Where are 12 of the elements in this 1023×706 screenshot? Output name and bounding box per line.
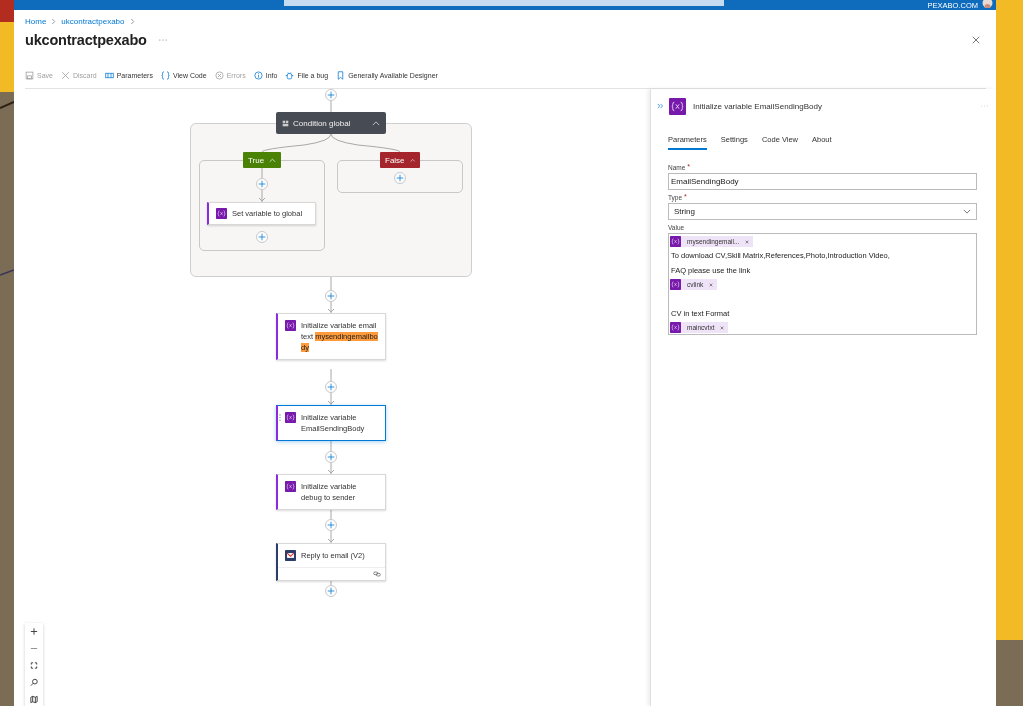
- branch-name: True: [248, 155, 265, 165]
- name-field[interactable]: EmailSendingBody: [668, 173, 977, 190]
- page-title: ukcontractpexabo: [25, 32, 147, 48]
- branch-name: False: [385, 155, 405, 165]
- false-label[interactable]: False: [380, 152, 420, 168]
- condition-header[interactable]: Condition global: [276, 112, 386, 134]
- type-dropdown[interactable]: String: [668, 203, 977, 220]
- breadcrumb-link[interactable]: Home: [25, 16, 47, 26]
- true-label[interactable]: True: [243, 152, 281, 168]
- breadcrumb-link[interactable]: ukcontractpexabo: [61, 16, 125, 26]
- panel-title: Initialize variable EmailSendingBody: [693, 101, 822, 111]
- condition-title: Condition global: [293, 118, 351, 128]
